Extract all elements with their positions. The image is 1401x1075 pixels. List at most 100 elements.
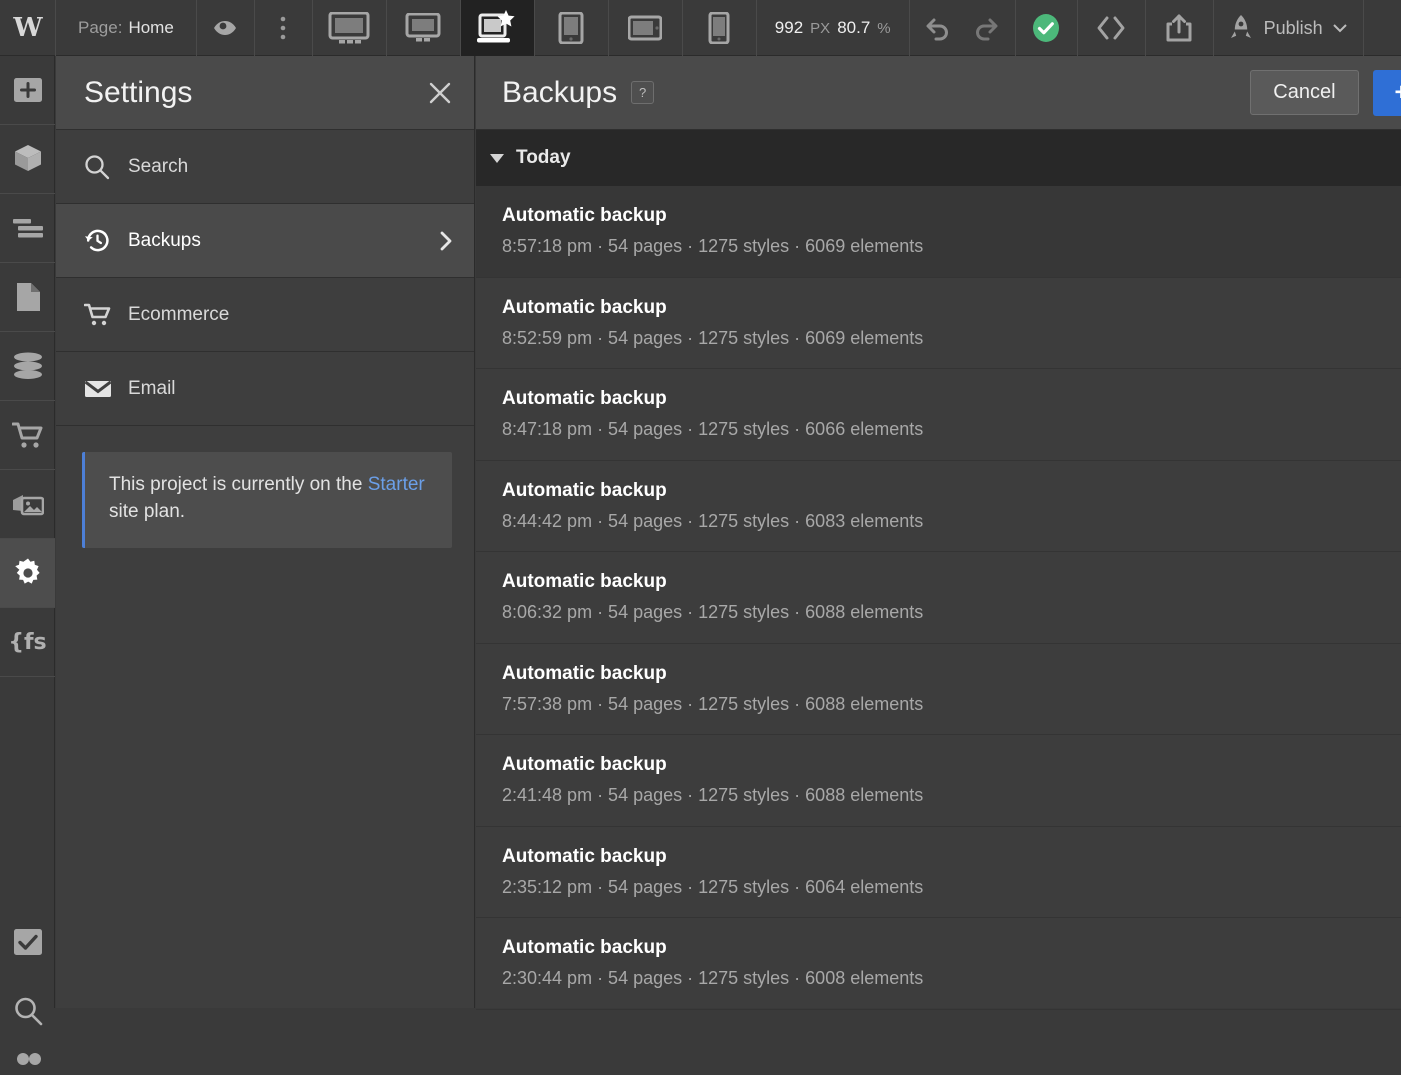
table-row[interactable]: Automatic backup 8:06:32 pm · 54 pages ·… [476, 552, 1401, 644]
sidebar-item-label: Backups [128, 229, 201, 251]
cancel-button[interactable]: Cancel [1250, 70, 1359, 115]
undo-icon[interactable] [923, 15, 951, 41]
sidebar-item-variables[interactable]: {fs [0, 608, 55, 677]
backups-header-actions: Cancel + N [1250, 69, 1401, 116]
kebab-menu-icon [280, 15, 286, 41]
sidebar-item-components[interactable] [0, 125, 55, 194]
sidebar-item-email[interactable]: Email [56, 352, 474, 426]
zoom-percent-unit: % [877, 19, 891, 37]
sidebar-item-label: Email [128, 377, 176, 399]
backup-title: Automatic backup [502, 296, 667, 318]
backup-meta: 2:35:12 pm · 54 pages · 1275 styles · 60… [502, 876, 924, 897]
backup-title: Automatic backup [502, 845, 667, 867]
sidebar-item-backups[interactable]: Backups [56, 204, 474, 278]
breakpoint-desktop-large[interactable] [313, 0, 387, 56]
sidebar-item-ecommerce[interactable]: Ecommerce [56, 278, 474, 352]
page-label: Page: [78, 18, 123, 37]
backup-meta: 2:41:48 pm · 54 pages · 1275 styles · 60… [502, 785, 924, 805]
webflow-logo[interactable]: W [0, 0, 56, 56]
close-icon[interactable] [428, 81, 452, 105]
sidebar-item-ecommerce[interactable] [0, 401, 55, 470]
rocket-icon [1228, 14, 1254, 42]
backup-meta: 8:57:18 pm · 54 pages · 1275 styles · 60… [502, 236, 924, 256]
shopping-cart-icon [84, 303, 128, 327]
sidebar-item-add[interactable] [0, 56, 55, 125]
sidebar-item-cms[interactable] [0, 332, 55, 401]
plan-link[interactable]: Starter [368, 474, 425, 495]
eye-icon [212, 15, 238, 41]
cube-icon [13, 144, 43, 174]
table-row[interactable]: Automatic backup 8:57:18 pm · 54 pages ·… [476, 186, 1401, 278]
backup-group-today[interactable]: Today [476, 130, 1401, 186]
page-options-button[interactable] [255, 0, 313, 56]
help-icon[interactable]: ? [631, 81, 655, 104]
publish-button[interactable]: Publish [1214, 0, 1364, 56]
backup-title: Automatic backup [502, 754, 667, 775]
sidebar-item-pages[interactable] [0, 263, 55, 332]
backup-group-label: Today [516, 147, 571, 168]
backups-panel: Backups ? Cancel + N Today Automatic bac… [476, 56, 1401, 1010]
table-row[interactable]: Automatic backup 8:52:59 pm · 54 pages ·… [476, 278, 1401, 369]
breakpoint-mobile-portrait[interactable] [683, 0, 757, 56]
canvas-width-value: 992 [774, 18, 804, 37]
code-export-button[interactable] [1078, 0, 1146, 56]
images-icon [12, 492, 44, 516]
sidebar-item-settings[interactable] [0, 539, 55, 608]
plus-square-icon [13, 77, 43, 103]
sidebar-item-label: Search [128, 155, 189, 177]
canvas-width-unit: PX [810, 19, 831, 37]
plan-notice-prefix: This project is currently on the [109, 474, 368, 495]
save-status-button[interactable] [1016, 0, 1078, 56]
page-title: Backups [502, 75, 618, 109]
history-clock-icon [84, 227, 128, 254]
shopping-cart-icon [11, 421, 44, 449]
new-backup-button[interactable]: + N [1372, 69, 1401, 116]
sidebar-item-search[interactable]: Search [56, 130, 474, 204]
preview-toggle-button[interactable] [197, 0, 255, 56]
breakpoint-desktop[interactable] [387, 0, 461, 56]
zoom-percent-value: 80.7 [837, 18, 871, 37]
sidebar-item-collaborators[interactable] [0, 1045, 55, 1075]
page-selector[interactable]: Page: Home [56, 0, 197, 56]
sidebar-item-audit[interactable] [0, 907, 55, 976]
table-row[interactable]: Automatic backup 8:47:18 pm · 54 pages ·… [476, 369, 1401, 461]
breakpoint-base[interactable] [460, 0, 535, 56]
sidebar-item-search[interactable] [0, 976, 55, 1045]
plan-notice-suffix: site plan. [109, 500, 186, 522]
table-row[interactable]: Automatic backup 2:30:44 pm · 54 pages ·… [476, 918, 1401, 1010]
table-row[interactable]: Automatic backup 2:41:48 pm · 54 pages ·… [476, 735, 1401, 827]
navigator-lines-icon [12, 218, 44, 238]
breakpoint-mobile-landscape[interactable] [609, 0, 683, 56]
page-icon [15, 282, 41, 312]
code-brackets-icon [1096, 15, 1126, 41]
laptop-star-icon [476, 10, 518, 46]
table-row[interactable]: Automatic backup 2:35:12 pm · 54 pages ·… [476, 827, 1401, 918]
envelope-icon [84, 379, 128, 399]
phone-icon [708, 12, 730, 44]
settings-panel-header: Settings [56, 56, 474, 130]
backup-title: Automatic backup [502, 388, 667, 409]
plus-icon: + [1395, 80, 1401, 105]
backup-meta: 8:52:59 pm · 54 pages · 1275 styles · 60… [502, 327, 924, 348]
people-icon [13, 1052, 43, 1068]
table-row[interactable]: Automatic backup 7:57:38 pm · 54 pages ·… [476, 644, 1401, 735]
backup-title: Automatic backup [502, 662, 667, 684]
gear-icon [12, 557, 44, 589]
redo-icon[interactable] [973, 15, 1001, 41]
backup-meta: 7:57:38 pm · 54 pages · 1275 styles · 60… [502, 693, 924, 714]
braces-fs-icon: {fs [8, 629, 47, 655]
backup-meta: 2:30:44 pm · 54 pages · 1275 styles · 60… [502, 968, 924, 988]
breakpoint-tablet[interactable] [535, 0, 609, 56]
backups-list: Automatic backup 8:57:18 pm · 54 pages ·… [476, 186, 1401, 1010]
sidebar-item-label: Ecommerce [128, 303, 230, 325]
table-row[interactable]: Automatic backup 8:44:42 pm · 54 pages ·… [476, 461, 1401, 552]
left-toolbar-rail: {fs [0, 56, 55, 1065]
publish-label: Publish [1263, 17, 1323, 38]
sidebar-item-navigator[interactable] [0, 194, 55, 263]
tablet-portrait-icon [558, 12, 584, 44]
webflow-logo-glyph: W [13, 13, 42, 43]
sidebar-item-assets[interactable] [0, 470, 55, 539]
top-toolbar: W Page: Home 992 PX 80.7 % Publish [0, 0, 1401, 56]
zoom-controls[interactable]: 992 PX 80.7 % [757, 0, 910, 56]
share-button[interactable] [1146, 0, 1214, 56]
